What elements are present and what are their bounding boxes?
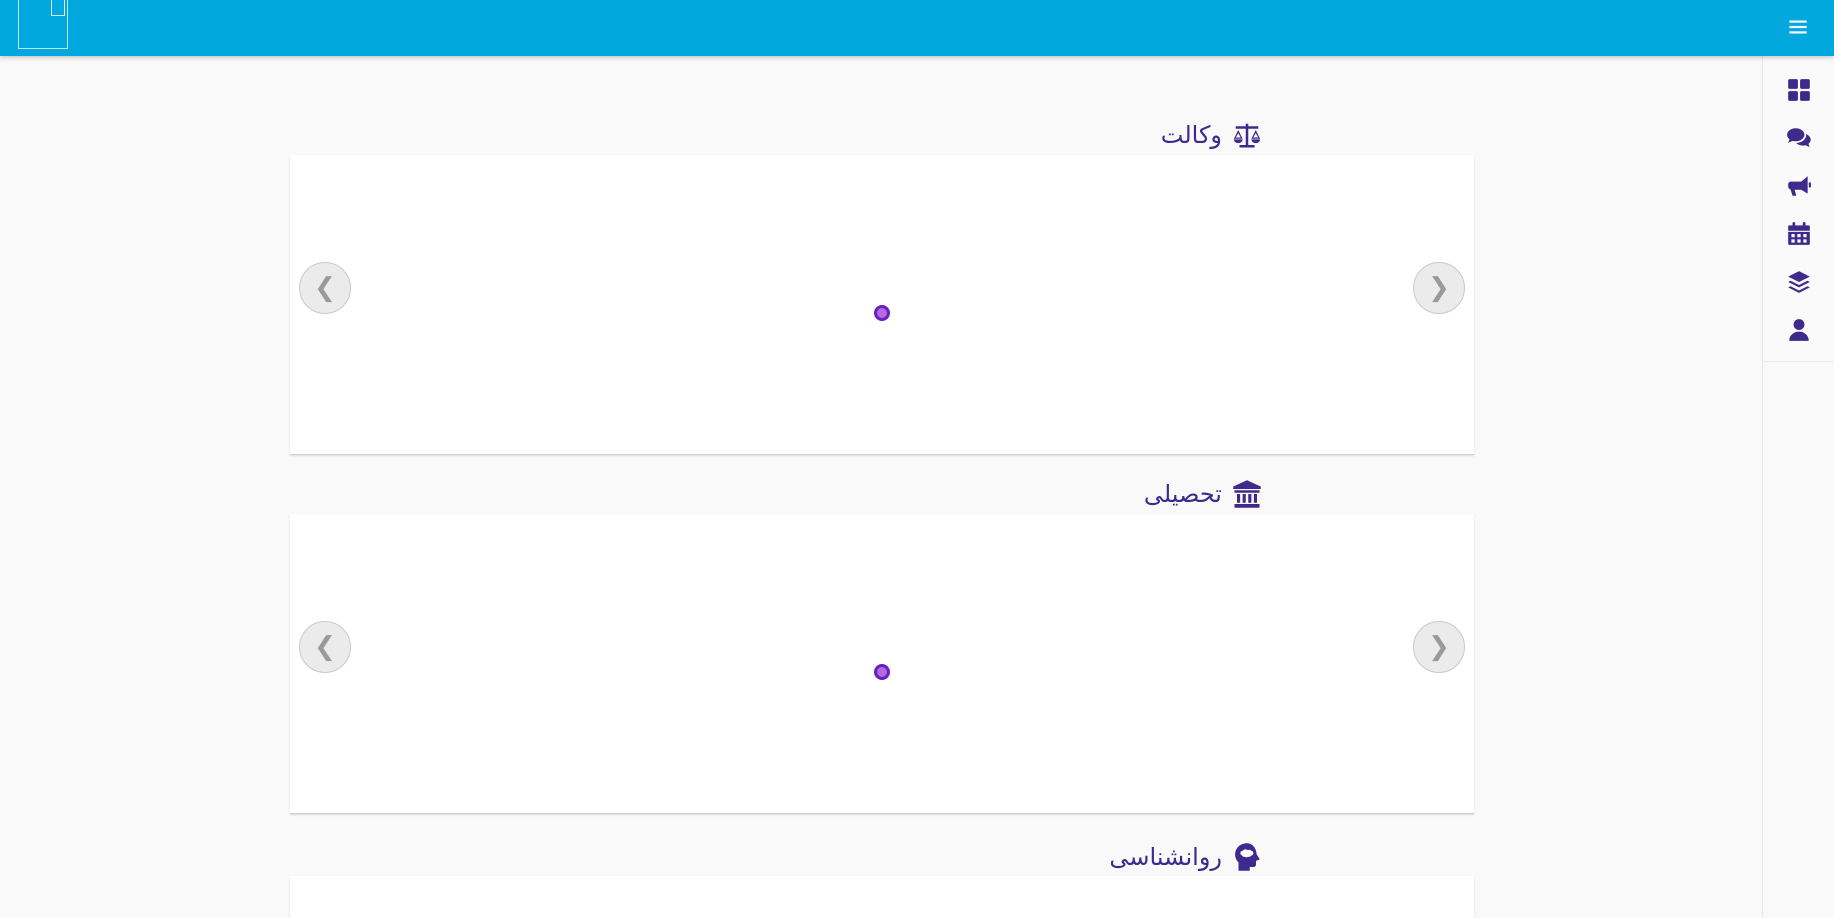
scale-balance-icon [1233,123,1261,148]
section-title-psychology: روانشناسی [1109,840,1262,874]
sidebar-nav [1762,56,1834,362]
carousel-next-button[interactable]: ❯ [1413,621,1465,673]
section-title-label: تحصیلی [1143,480,1222,508]
user-icon [1789,319,1809,341]
sidebar-item-dashboard[interactable] [1763,68,1834,112]
dashboard-grid-icon [1788,79,1810,101]
sidebar-item-messages[interactable] [1763,116,1834,160]
carousel-indicator-dot[interactable] [874,664,890,680]
carousel-prev-button[interactable]: ❮ [299,262,351,314]
section-title-label: روانشناسی [1109,843,1222,871]
hamburger-menu-icon [1789,20,1807,34]
carousel-prev-button[interactable]: ❮ [299,621,351,673]
sidebar-item-announcements[interactable] [1763,164,1834,208]
sidebar-item-courses[interactable] [1763,260,1834,304]
section-title-lawyer: وکالت [1161,118,1262,152]
logo[interactable] [18,0,68,49]
top-app-bar [0,0,1834,56]
carousel-panel-psychology [290,876,1474,918]
brain-head-icon [1235,843,1260,871]
carousel-indicator-dot[interactable] [874,305,890,321]
logo-mark [51,0,65,16]
carousel-panel-academic: ❮ ❯ [290,514,1474,814]
calendar-icon [1788,222,1810,245]
carousel-next-button[interactable]: ❯ [1413,262,1465,314]
sidebar-item-calendar[interactable] [1763,212,1834,256]
section-title-academic: تحصیلی [1144,477,1262,511]
menu-button[interactable] [1785,14,1811,40]
section-title-label: وکالت [1160,121,1222,149]
megaphone-icon [1788,176,1811,196]
carousel-panel-lawyer: ❮ ❯ [290,155,1474,455]
university-icon [1233,480,1261,508]
layers-icon [1788,271,1810,293]
sidebar-item-profile[interactable] [1763,308,1834,352]
chat-comments-icon [1787,128,1811,148]
sidebar-divider [1762,362,1763,918]
